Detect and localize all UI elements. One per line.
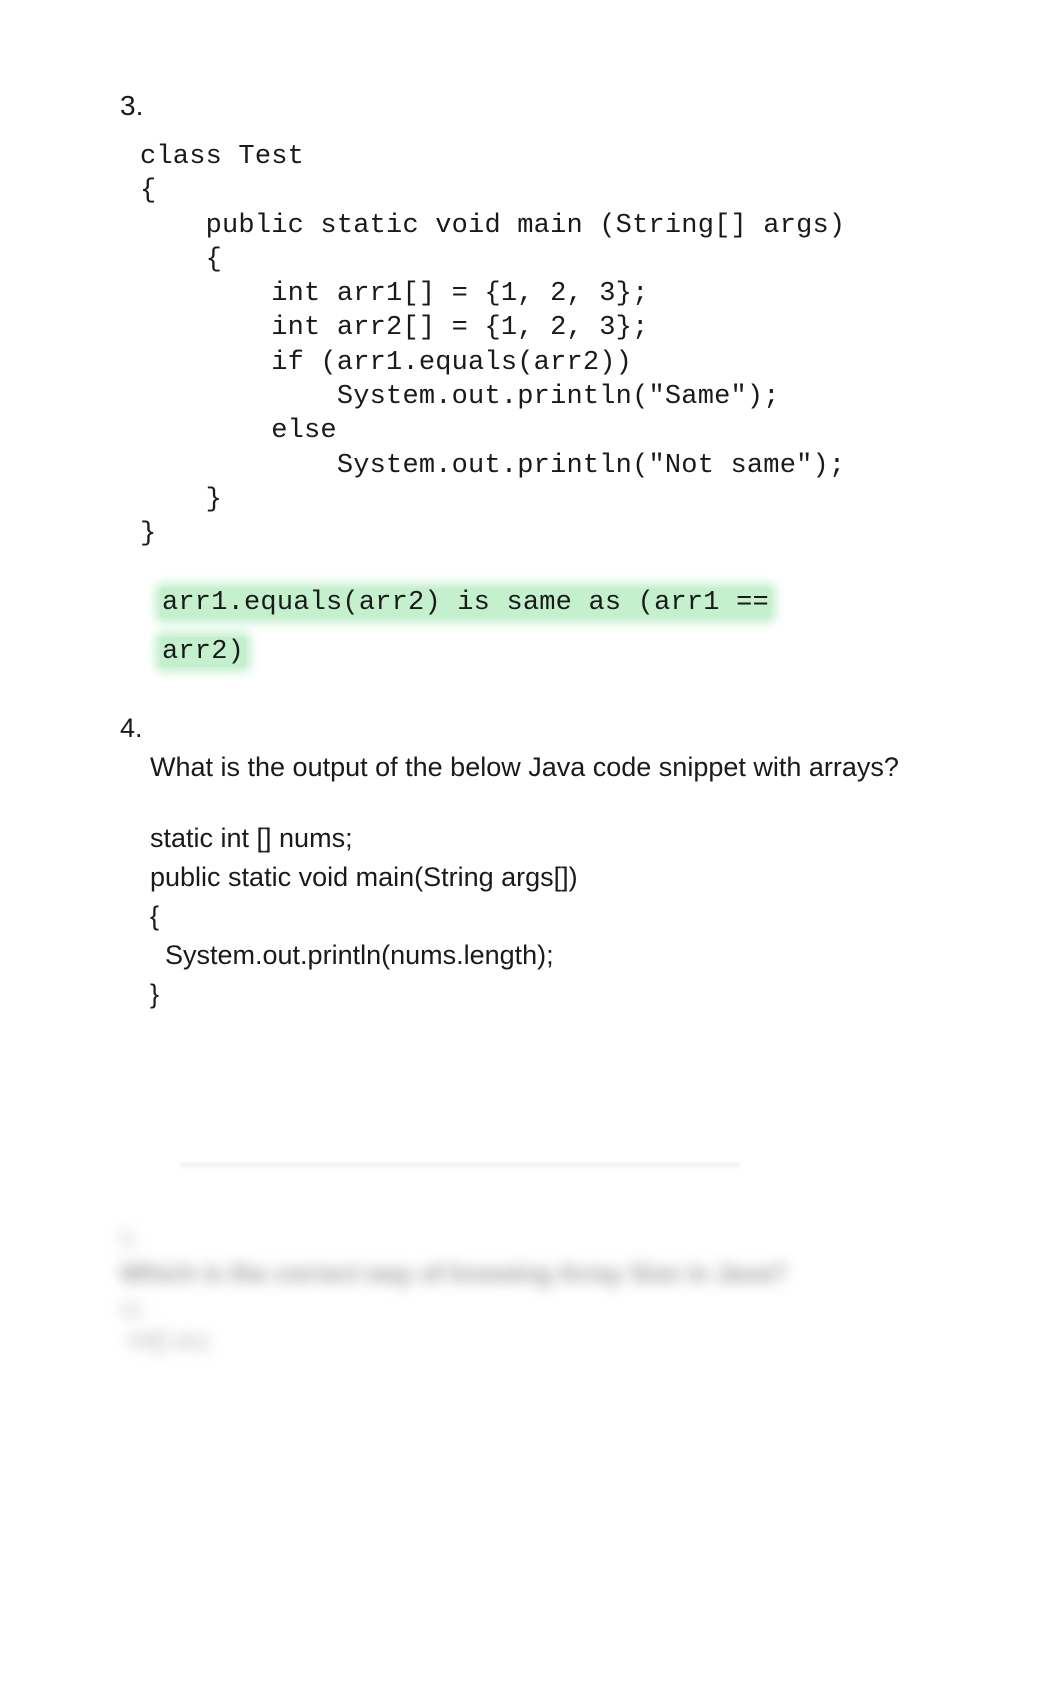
answer-highlight-line1: arr1.equals(arr2) is same as (arr1 ==: [160, 588, 771, 618]
blurred-option-code: int[] ary;: [128, 1327, 942, 1355]
blurred-question-number: 5.: [120, 1226, 942, 1254]
blurred-divider: [180, 1164, 740, 1166]
blurred-option-label: A): [120, 1297, 942, 1323]
blurred-preview-section: 5. Which is the correct way of knowing A…: [120, 1226, 942, 1355]
blurred-question-title: Which is the correct way of knowing Arra…: [120, 1258, 942, 1289]
question-3-answer: arr1.equals(arr2) is same as (arr1 == ar…: [140, 579, 942, 676]
question-4-number: 4.: [120, 713, 942, 744]
question-3-code: class Test { public static void main (St…: [140, 140, 942, 551]
question-4-code: static int [] nums; public static void m…: [150, 819, 942, 1015]
answer-highlight-line2: arr2): [160, 637, 246, 667]
question-3-number: 3.: [120, 90, 942, 122]
question-4-text: What is the output of the below Java cod…: [150, 752, 942, 783]
